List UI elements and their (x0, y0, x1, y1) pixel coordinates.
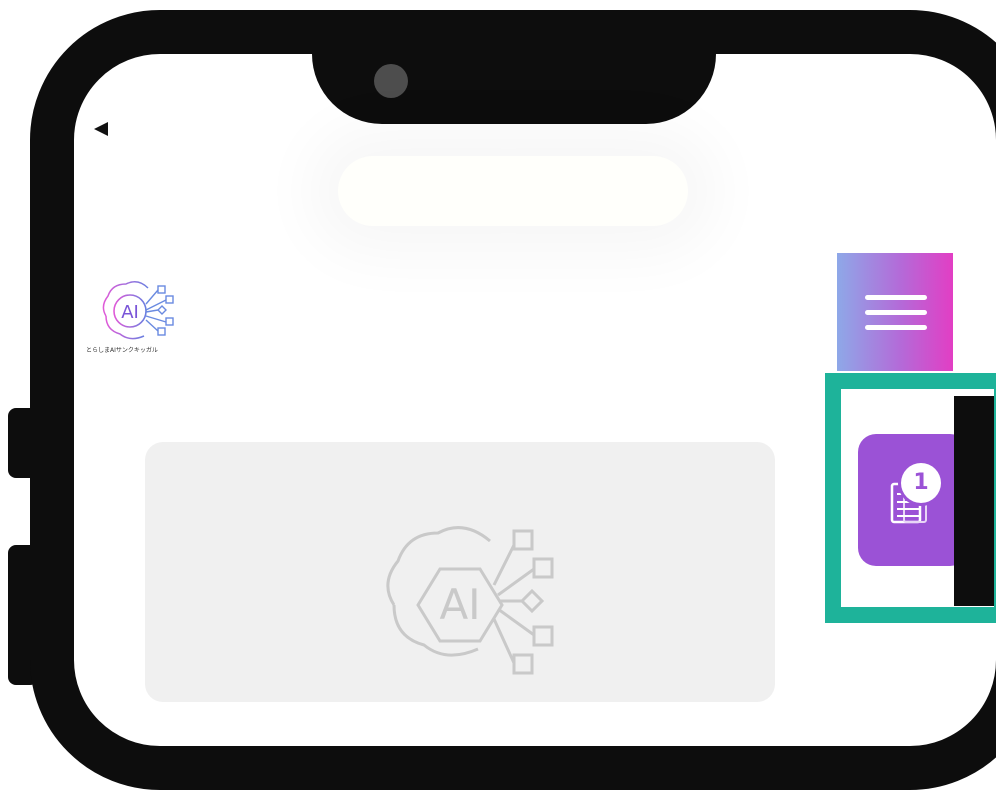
camera-icon (374, 64, 408, 98)
hamburger-icon-line (865, 325, 927, 330)
menu-button[interactable] (837, 253, 953, 371)
phone-notch (312, 10, 716, 124)
back-arrow-icon[interactable] (94, 122, 108, 136)
address-bar[interactable] (338, 156, 688, 226)
card-ai-logo: AI (386, 526, 554, 675)
logo-mark-text: AI (121, 302, 139, 323)
highlight-box (825, 373, 996, 623)
card-logo-mark: AI (439, 580, 480, 629)
hamburger-icon-line (865, 310, 927, 315)
hamburger-icon (865, 295, 927, 300)
logo-text: とらしまAIサンクキッガル (86, 347, 158, 354)
